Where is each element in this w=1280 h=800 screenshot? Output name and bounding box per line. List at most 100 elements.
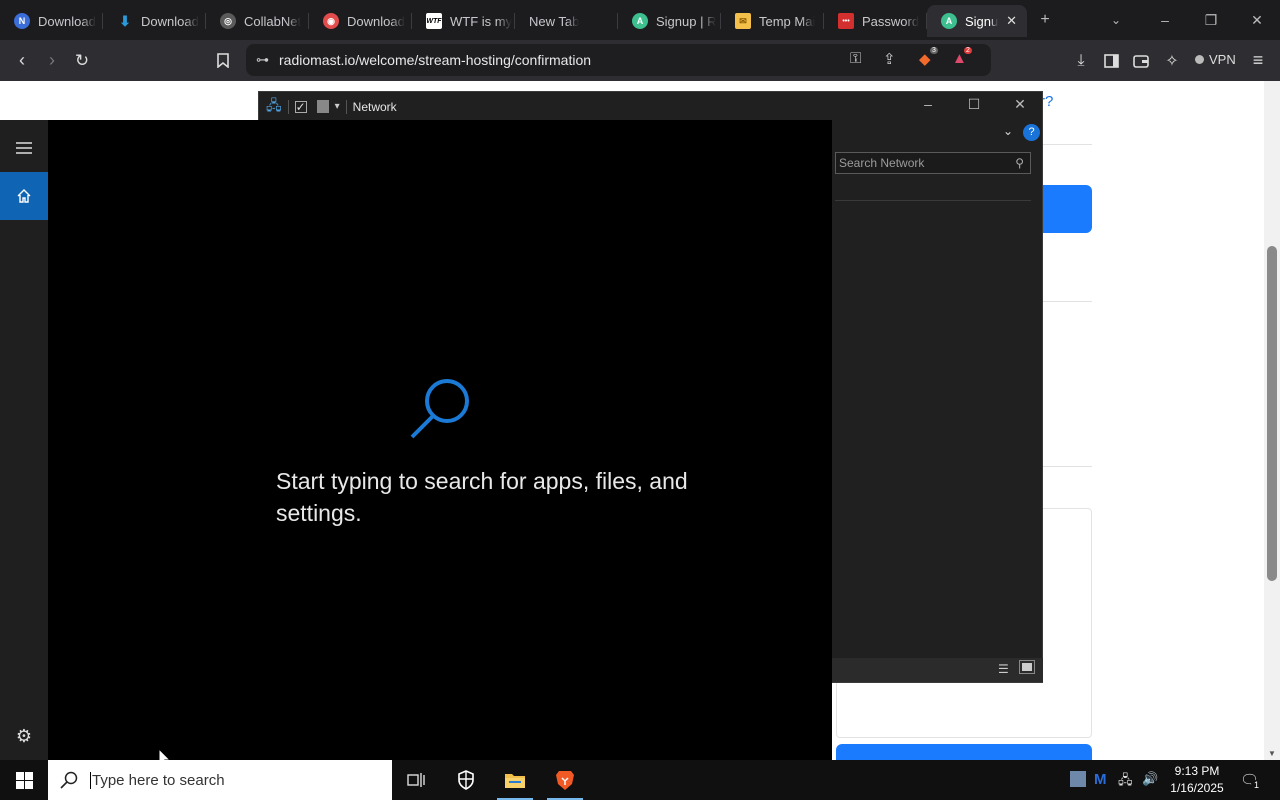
search-hint-text: Start typing to search for apps, files, … — [276, 468, 688, 526]
tab[interactable]: New Tab — [515, 5, 618, 37]
brave-shields-icon[interactable]: ◆ — [919, 50, 931, 68]
tab-label: Download — [141, 13, 199, 29]
clock-date: 1/16/2025 — [1170, 781, 1224, 795]
restore-button[interactable]: ❐ — [1188, 12, 1234, 29]
close-button[interactable]: ✕ — [997, 96, 1043, 113]
settings-button[interactable]: ⚙ — [0, 716, 48, 756]
tab[interactable]: N Download — [0, 5, 103, 37]
tray-app-icon[interactable] — [1070, 771, 1086, 787]
tab[interactable]: ◎ CollabNet — [206, 5, 309, 37]
properties-check-icon[interactable]: ✓ — [294, 100, 307, 113]
windows-logo-icon — [15, 771, 33, 789]
address-bar[interactable]: ⊶ radiomast.io/welcome/stream-hosting/co… — [246, 44, 991, 76]
large-icons-view-icon[interactable] — [1019, 660, 1035, 674]
details-view-icon[interactable]: ☰ — [998, 662, 1009, 676]
bookmark-icon[interactable] — [208, 46, 238, 76]
file-explorer-app[interactable] — [491, 760, 539, 800]
vpn-status-icon — [1195, 55, 1204, 64]
tab-favicon: N — [14, 13, 30, 29]
brave-browser-app[interactable] — [541, 760, 589, 800]
start-button[interactable] — [0, 760, 48, 800]
expand-menu-button[interactable] — [0, 128, 48, 168]
download-icon[interactable]: ⤓ — [1066, 46, 1096, 76]
separator — [287, 99, 289, 114]
taskbar-search-placeholder[interactable]: Type here to search — [90, 771, 225, 789]
menu-icon[interactable]: ≡ — [1243, 46, 1273, 76]
system-clock[interactable]: 9:13 PM 1/16/2025 — [1160, 763, 1234, 797]
wallet-icon[interactable] — [1126, 46, 1156, 76]
window-title: Network — [352, 99, 397, 114]
column-header-divider — [835, 200, 1031, 201]
rewards-count-badge: 2 — [964, 47, 972, 54]
help-icon[interactable]: ? — [1023, 124, 1040, 141]
tab[interactable]: ◉ Download — [309, 5, 412, 37]
tab-active[interactable]: A Signu ✕ — [927, 5, 1027, 37]
home-icon — [17, 189, 31, 203]
status-bar: ☰ — [832, 658, 1043, 682]
tab-favicon: ◉ — [323, 13, 339, 29]
separator — [345, 99, 347, 114]
tab[interactable]: A Signup | R — [618, 5, 721, 37]
quick-access-chevron-icon[interactable]: ▾ — [335, 101, 340, 112]
url-text[interactable]: radiomast.io/welcome/stream-hosting/conf… — [279, 52, 591, 68]
taskbar-search-box[interactable]: Type here to search — [48, 760, 392, 800]
tab-favicon: A — [941, 13, 957, 29]
search-icon — [60, 771, 78, 789]
browser-tab-strip: N Download ⬇ Download ◎ CollabNet ◉ Down… — [0, 0, 1280, 40]
password-key-icon[interactable]: ⚿ — [850, 50, 861, 67]
vpn-button[interactable]: VPN — [1195, 52, 1236, 67]
tab[interactable]: ⬇ Download — [103, 5, 206, 37]
close-window-button[interactable]: ✕ — [1234, 12, 1280, 29]
sidebar-icon[interactable] — [1096, 46, 1126, 76]
forward-button[interactable]: › — [37, 46, 67, 76]
tab[interactable]: ••• Password — [824, 5, 927, 37]
tab-label: New Tab — [529, 13, 580, 29]
windows-taskbar: Type here to search M 🖧 🔊 9:13 PM 1/16/2… — [0, 760, 1280, 800]
search-magnifier-icon — [410, 379, 469, 439]
ribbon-expand-chevron-icon[interactable]: ⌄ — [1003, 124, 1013, 138]
scrollbar-thumb[interactable] — [1267, 246, 1277, 581]
close-tab-icon[interactable]: ✕ — [1006, 13, 1017, 29]
search-network-input[interactable]: Search Network ⚲ — [835, 152, 1031, 174]
page-scrollbar[interactable]: ▼ — [1264, 81, 1280, 760]
tab-label: CollabNet — [244, 13, 302, 29]
tab-label: Signup | R — [656, 13, 717, 29]
tab-favicon: ⬇ — [119, 12, 131, 29]
gear-icon: ⚙ — [15, 725, 33, 746]
home-button[interactable] — [0, 172, 48, 220]
start-search-panel: ⚙ Start typing to search for apps, files… — [0, 120, 832, 760]
network-folder-icon: 🖧 — [266, 96, 282, 113]
tab-favicon: A — [632, 13, 648, 29]
malwarebytes-icon[interactable]: M — [1094, 771, 1107, 788]
scroll-down-arrow-icon[interactable]: ▼ — [1268, 749, 1276, 758]
tab-favicon: WTF — [426, 13, 442, 29]
vpn-label: VPN — [1209, 52, 1236, 67]
leo-ai-icon[interactable]: ✧ — [1157, 46, 1187, 76]
volume-icon[interactable]: 🔊 — [1142, 771, 1158, 787]
tab-label: Download — [38, 13, 96, 29]
task-view-icon — [407, 773, 425, 787]
shield-icon — [458, 770, 474, 790]
minimize-button[interactable]: – — [1142, 12, 1188, 28]
tab[interactable]: WTF WTF is my — [412, 5, 515, 37]
new-tab-button[interactable]: + — [1027, 11, 1063, 29]
search-icon: ⚲ — [1015, 156, 1024, 170]
reload-button[interactable]: ↻ — [67, 46, 97, 76]
tab-label: Password — [862, 13, 920, 29]
tab-search-chevron-icon[interactable]: ⌄ — [1098, 13, 1134, 27]
site-info-icon[interactable]: ⊶ — [256, 52, 269, 68]
folder-icon — [505, 774, 525, 788]
windows-security-app[interactable] — [442, 760, 490, 800]
tab-label: Signu — [965, 13, 999, 29]
notification-count-badge: 1 — [1251, 780, 1262, 791]
share-icon[interactable]: ⇪ — [883, 50, 896, 68]
tab[interactable]: ✉ Temp Mai — [721, 5, 824, 37]
task-view-button[interactable] — [392, 760, 440, 800]
tab-favicon: ✉ — [735, 13, 751, 29]
maximize-button[interactable]: ☐ — [951, 96, 997, 113]
tab-label: WTF is my — [450, 13, 513, 29]
back-button[interactable]: ‹ — [7, 46, 37, 76]
new-folder-icon[interactable] — [316, 100, 329, 113]
network-icon[interactable]: 🖧 — [1118, 771, 1133, 793]
minimize-button[interactable]: – — [905, 96, 951, 112]
